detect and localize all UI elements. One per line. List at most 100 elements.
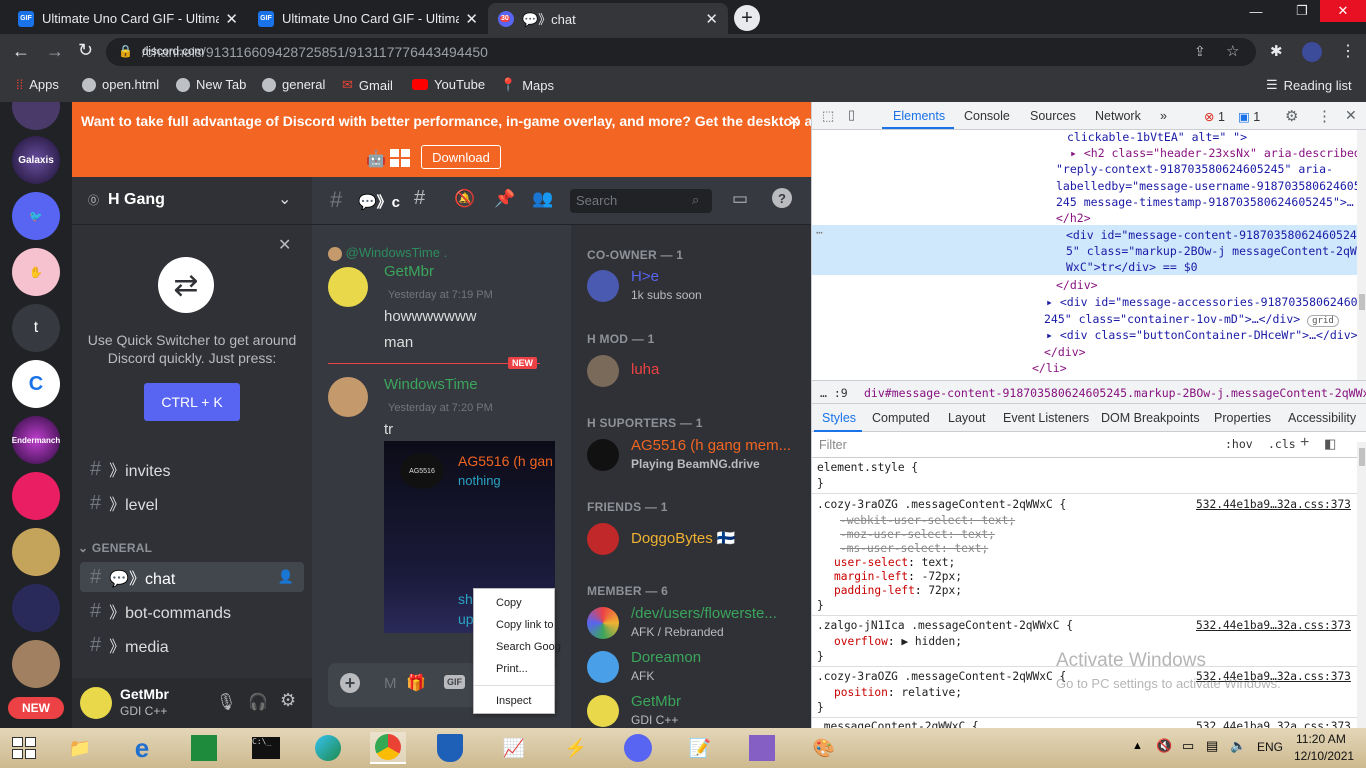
- server-t-icon[interactable]: t: [12, 304, 60, 352]
- server-c-icon[interactable]: C: [12, 360, 60, 408]
- context-search[interactable]: Search Goog: [496, 641, 561, 653]
- mute-mic-icon[interactable]: 🎙: [216, 692, 236, 712]
- member-list-icon[interactable]: 👥: [532, 189, 553, 209]
- dom-line[interactable]: 245 message-timestamp-918703580624605245…: [1056, 195, 1354, 209]
- dom-line[interactable]: </li>: [1032, 361, 1067, 375]
- error-count[interactable]: ⊗ 1: [1204, 109, 1225, 124]
- rule-prop[interactable]: overflow: ▶ hidden;: [834, 635, 962, 648]
- close-tab-icon[interactable]: ✕: [225, 10, 238, 28]
- dom-line[interactable]: ▸ <h2 class="header-23xsNx" aria-describ…: [1070, 146, 1366, 160]
- tab-accessibility[interactable]: Accessibility: [1288, 411, 1356, 425]
- gift-icon[interactable]: 🎁: [406, 673, 426, 693]
- reading-list[interactable]: ☰ Reading list: [1266, 77, 1352, 93]
- bookmark-youtube[interactable]: YouTube: [412, 77, 485, 92]
- ctrl-k-button[interactable]: CTRL + K: [144, 383, 240, 421]
- member-item[interactable]: AG5516 (h gang mem... Playing BeamNG.driv…: [587, 435, 807, 477]
- language-indicator[interactable]: ENG: [1257, 740, 1283, 754]
- resource-monitor-icon[interactable]: 📈: [496, 732, 532, 764]
- tab-sources[interactable]: Sources: [1030, 109, 1076, 123]
- threads-icon[interactable]: #: [414, 187, 425, 210]
- dom-line[interactable]: "reply-context-918703580624605245" aria-: [1056, 162, 1333, 176]
- dom-line[interactable]: ▸ <div class="buttonContainer-DHceWr">…<…: [1046, 328, 1358, 342]
- paint-icon[interactable]: 🎨: [806, 732, 842, 764]
- start-windows-icon[interactable]: [6, 732, 42, 764]
- avatar[interactable]: [328, 377, 368, 417]
- close-tip-icon[interactable]: ✕: [278, 235, 291, 255]
- context-copy[interactable]: Copy: [496, 597, 522, 609]
- rule-source-link[interactable]: 532.44e1ba9…32a.css:373: [1196, 498, 1351, 511]
- toggle-sidebar-icon[interactable]: ◧: [1324, 436, 1336, 452]
- channel-media[interactable]: # 》media: [80, 630, 304, 660]
- tab-elements[interactable]: Elements: [893, 109, 945, 123]
- minimize-button[interactable]: —: [1234, 0, 1278, 22]
- settings-gear-icon[interactable]: ⚙: [1285, 107, 1298, 125]
- member-item[interactable]: Doreamon AFK: [587, 647, 807, 689]
- rule-selector[interactable]: element.style {: [817, 461, 918, 474]
- dom-line[interactable]: </div>: [1044, 345, 1086, 359]
- server-endermanch-icon[interactable]: Endermanch: [12, 416, 60, 464]
- discord-icon[interactable]: [620, 732, 656, 764]
- tab-console[interactable]: Console: [964, 109, 1010, 123]
- avatar[interactable]: [80, 687, 112, 719]
- more-tabs-icon[interactable]: »: [1160, 109, 1167, 123]
- close-tab-icon[interactable]: ✕: [465, 10, 478, 28]
- dom-line[interactable]: labelledby="message-username-91870358062…: [1056, 179, 1361, 193]
- server-galaxis-icon[interactable]: Galaxis: [12, 136, 60, 184]
- server-magenta-icon[interactable]: [12, 472, 60, 520]
- chrome-icon[interactable]: [370, 732, 406, 764]
- show-hidden-icons[interactable]: ▲: [1132, 740, 1143, 752]
- dom-line[interactable]: ▸ <div id="message-accessories-918703580…: [1046, 295, 1365, 309]
- server-pink-icon[interactable]: ✋: [12, 248, 60, 296]
- help-icon[interactable]: ?: [772, 188, 792, 208]
- tab-styles[interactable]: Styles: [822, 411, 856, 425]
- close-tab-icon[interactable]: ✕: [705, 10, 718, 28]
- dom-line[interactable]: clickable-1bVtEA" alt=" ">: [1067, 130, 1247, 144]
- rule-source-link[interactable]: 532.44e1ba9…32a.css:373: [1196, 720, 1351, 728]
- back-icon[interactable]: ←: [12, 41, 30, 62]
- dom-line[interactable]: </div>: [1056, 278, 1098, 292]
- tab-dom-breakpoints[interactable]: DOM Breakpoints: [1101, 411, 1200, 425]
- server-cat-icon[interactable]: [12, 640, 60, 688]
- settings-gear-icon[interactable]: ⚙: [280, 690, 296, 711]
- dom-line[interactable]: 245" class="container-1ov-mD">…</div> gr…: [1044, 312, 1339, 327]
- bookmark-open-html[interactable]: open.html: [82, 77, 159, 92]
- tray-icon[interactable]: ▭: [1182, 738, 1194, 754]
- tab-network[interactable]: Network: [1095, 109, 1141, 123]
- tab-properties[interactable]: Properties: [1214, 411, 1271, 425]
- visual-studio-icon[interactable]: [744, 732, 780, 764]
- message-author[interactable]: GetMbr: [384, 263, 434, 280]
- profile-avatar[interactable]: [1302, 42, 1322, 62]
- rule-selector[interactable]: .zalgo-jN1Ica .messageContent-2qWWxC {: [817, 619, 1073, 632]
- close-window-button[interactable]: ✕: [1320, 0, 1366, 22]
- tab-layout[interactable]: Layout: [948, 411, 986, 425]
- rule-prop[interactable]: user-select: text;: [834, 556, 955, 569]
- breadcrumb-prefix[interactable]: … :9: [820, 386, 848, 400]
- server-header[interactable]: ⓪ H Gang ⌄: [72, 177, 312, 225]
- tool-icon[interactable]: ⚡: [558, 732, 594, 764]
- browser-tab-3[interactable]: 30 💬》chat ✕: [488, 3, 728, 34]
- menu-icon[interactable]: ⋮: [1340, 41, 1356, 61]
- bookmark-new-tab[interactable]: New Tab: [176, 77, 246, 92]
- styles-scrollbar[interactable]: [1357, 442, 1366, 728]
- category-general[interactable]: ⌄ GENERAL: [78, 541, 152, 555]
- rule-prop-overridden[interactable]: -webkit-user-select: text;: [840, 514, 1015, 527]
- cls-toggle[interactable]: .cls: [1268, 437, 1296, 451]
- more-options-icon[interactable]: ⋯: [816, 226, 823, 239]
- browser-tab-2[interactable]: GIF Ultimate Uno Card GIF - Ultimate ✕: [248, 3, 488, 34]
- context-inspect[interactable]: Inspect: [496, 695, 531, 707]
- notifications-muted-icon[interactable]: 🔕: [454, 189, 475, 209]
- message-author[interactable]: WindowsTime: [384, 376, 478, 393]
- reply-context[interactable]: @WindowsTime .: [328, 245, 447, 261]
- new-badge[interactable]: NEW: [8, 697, 64, 719]
- dom-line-selected[interactable]: 5" class="markup-2BOw-j messageContent-2…: [1066, 244, 1357, 258]
- maximize-button[interactable]: ❐: [1280, 0, 1324, 22]
- rule-prop-overridden[interactable]: -moz-user-select: text;: [840, 528, 995, 541]
- network-icon[interactable]: ▤: [1206, 738, 1218, 754]
- extensions-icon[interactable]: ✱: [1270, 42, 1283, 60]
- edge-icon[interactable]: [310, 732, 346, 764]
- close-devtools-icon[interactable]: ✕: [1345, 107, 1357, 124]
- avatar[interactable]: [328, 267, 368, 307]
- rule-source-link[interactable]: 532.44e1ba9…32a.css:373: [1196, 619, 1351, 632]
- server-icon[interactable]: [12, 102, 60, 130]
- bookmark-gmail[interactable]: ✉ Gmail: [342, 77, 393, 93]
